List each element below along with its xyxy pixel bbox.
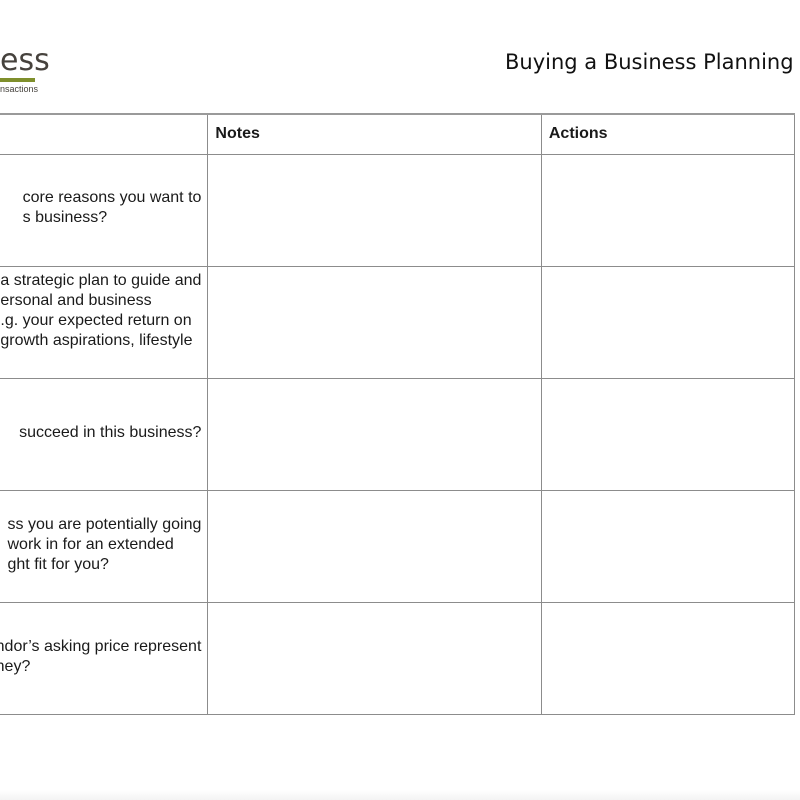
actions-cell[interactable]	[540, 153, 796, 267]
question-line: ersonal and business	[0, 291, 152, 309]
question-text: ndor’s asking price represent ney?	[0, 637, 201, 677]
question-line: ndor’s asking price represent	[0, 637, 202, 655]
logo-underline	[0, 78, 35, 82]
actions-cell[interactable]	[540, 601, 796, 715]
question-line: s business?	[22, 208, 108, 226]
question-line: .g. your expected return on	[0, 311, 192, 329]
document-title: Buying a Business Planning Sh	[505, 50, 800, 74]
notes-cell[interactable]	[207, 601, 542, 715]
question-cell: ndor’s asking price represent ney?	[0, 601, 209, 715]
table-row: core reasons you want to s business?	[0, 153, 796, 267]
logo-wordmark: ess	[0, 43, 50, 78]
column-header-notes: Notes	[207, 113, 542, 155]
question-line: growth aspirations, lifestyle	[0, 331, 193, 349]
question-line: ght fit for you?	[7, 555, 109, 573]
question-text: ss you are potentially going work in for…	[8, 515, 202, 575]
notes-cell[interactable]	[207, 153, 542, 267]
question-cell: a strategic plan to guide and ersonal an…	[0, 265, 209, 379]
notes-cell[interactable]	[207, 265, 542, 379]
question-line: ney?	[0, 657, 31, 675]
question-text: a strategic plan to guide and ersonal an…	[0, 271, 201, 351]
table-header-row: Notes Actions	[0, 113, 796, 155]
table-row: ss you are potentially going work in for…	[0, 489, 796, 603]
notes-cell[interactable]	[207, 377, 542, 491]
question-text: succeed in this business?	[19, 423, 201, 443]
planning-table: Notes Actions core reasons you want to s…	[0, 113, 796, 715]
page-bottom-shade	[0, 790, 800, 800]
question-line: a strategic plan to guide and	[0, 271, 202, 289]
column-header-question	[0, 113, 209, 155]
question-line: ss you are potentially going	[7, 515, 202, 533]
question-text: core reasons you want to s business?	[23, 188, 202, 228]
question-line: core reasons you want to	[22, 188, 202, 206]
table-row: ndor’s asking price represent ney?	[0, 601, 796, 715]
question-line: succeed in this business?	[19, 423, 202, 441]
logo-tagline: nsactions	[0, 84, 39, 94]
question-line: work in for an extended	[7, 535, 174, 553]
table-row: a strategic plan to guide and ersonal an…	[0, 265, 796, 379]
question-cell: ss you are potentially going work in for…	[0, 489, 209, 603]
actions-cell[interactable]	[540, 377, 796, 491]
table-row: succeed in this business?	[0, 377, 796, 491]
column-header-actions: Actions	[540, 113, 796, 155]
question-cell: core reasons you want to s business?	[0, 153, 209, 267]
question-cell: succeed in this business?	[0, 377, 209, 491]
company-logo: ess nsactions	[0, 0, 60, 100]
actions-cell[interactable]	[540, 489, 796, 603]
actions-cell[interactable]	[540, 265, 796, 379]
notes-cell[interactable]	[207, 489, 542, 603]
